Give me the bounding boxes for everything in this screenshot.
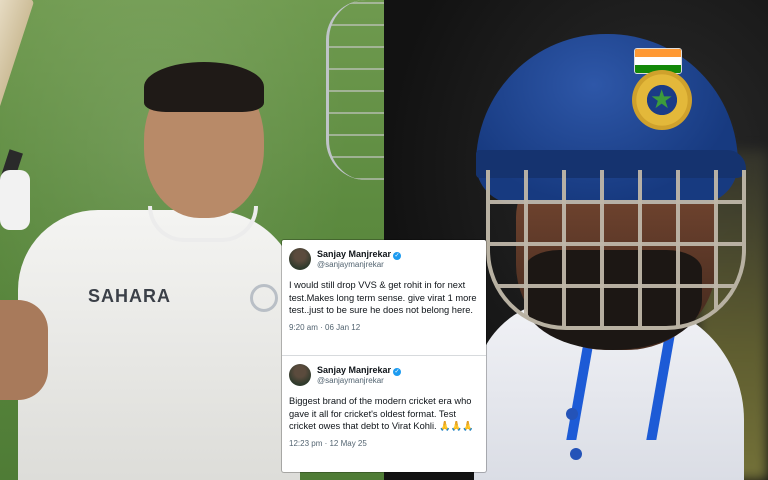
arm (0, 300, 48, 400)
tweet-header: Sanjay Manjrekar ✓ @sanjaymanjrekar (289, 247, 479, 271)
batting-glove (0, 170, 30, 230)
helmet-grille-edge (326, 0, 384, 180)
tweet-timestamp: 9:20 am · 06 Jan 12 (289, 322, 361, 332)
avatar (289, 248, 311, 270)
jersey-button (570, 448, 582, 460)
jersey-button (566, 408, 578, 420)
tweet-header: Sanjay Manjrekar ✓ @sanjaymanjrekar (289, 363, 479, 387)
tweet-text: I would still drop VVS & get rohit in fo… (289, 280, 477, 316)
tweet: Sanjay Manjrekar ✓ @sanjaymanjrekar I wou… (282, 240, 486, 355)
jersey-emblem-icon (250, 284, 278, 312)
tweet-screenshot-card: Sanjay Manjrekar ✓ @sanjaymanjrekar I wou… (282, 240, 486, 472)
display-name: Sanjay Manjrekar (317, 249, 392, 259)
tweet-author: Sanjay Manjrekar ✓ @sanjaymanjrekar (317, 248, 402, 270)
tweet-author: Sanjay Manjrekar ✓ @sanjaymanjrekar (317, 364, 402, 386)
tweet: Sanjay Manjrekar ✓ @sanjaymanjrekar Bigge… (282, 356, 486, 472)
verified-badge-icon: ✓ (393, 368, 402, 376)
avatar (289, 364, 311, 386)
user-handle: @sanjaymanjrekar (317, 376, 384, 385)
display-name: Sanjay Manjrekar (317, 365, 392, 375)
jersey-sponsor-logo: SAHARA (88, 286, 172, 306)
star-icon: ★ (650, 84, 674, 114)
player-hair (144, 62, 264, 112)
tweet-timestamp: 12:23 pm · 12 May 25 (289, 438, 367, 448)
user-handle: @sanjaymanjrekar (317, 260, 384, 269)
helmet-grille (486, 170, 746, 330)
white-test-shirt (18, 210, 300, 480)
verified-badge-icon: ✓ (393, 252, 402, 260)
tweet-text: Biggest brand of the modern cricket era … (289, 396, 474, 432)
